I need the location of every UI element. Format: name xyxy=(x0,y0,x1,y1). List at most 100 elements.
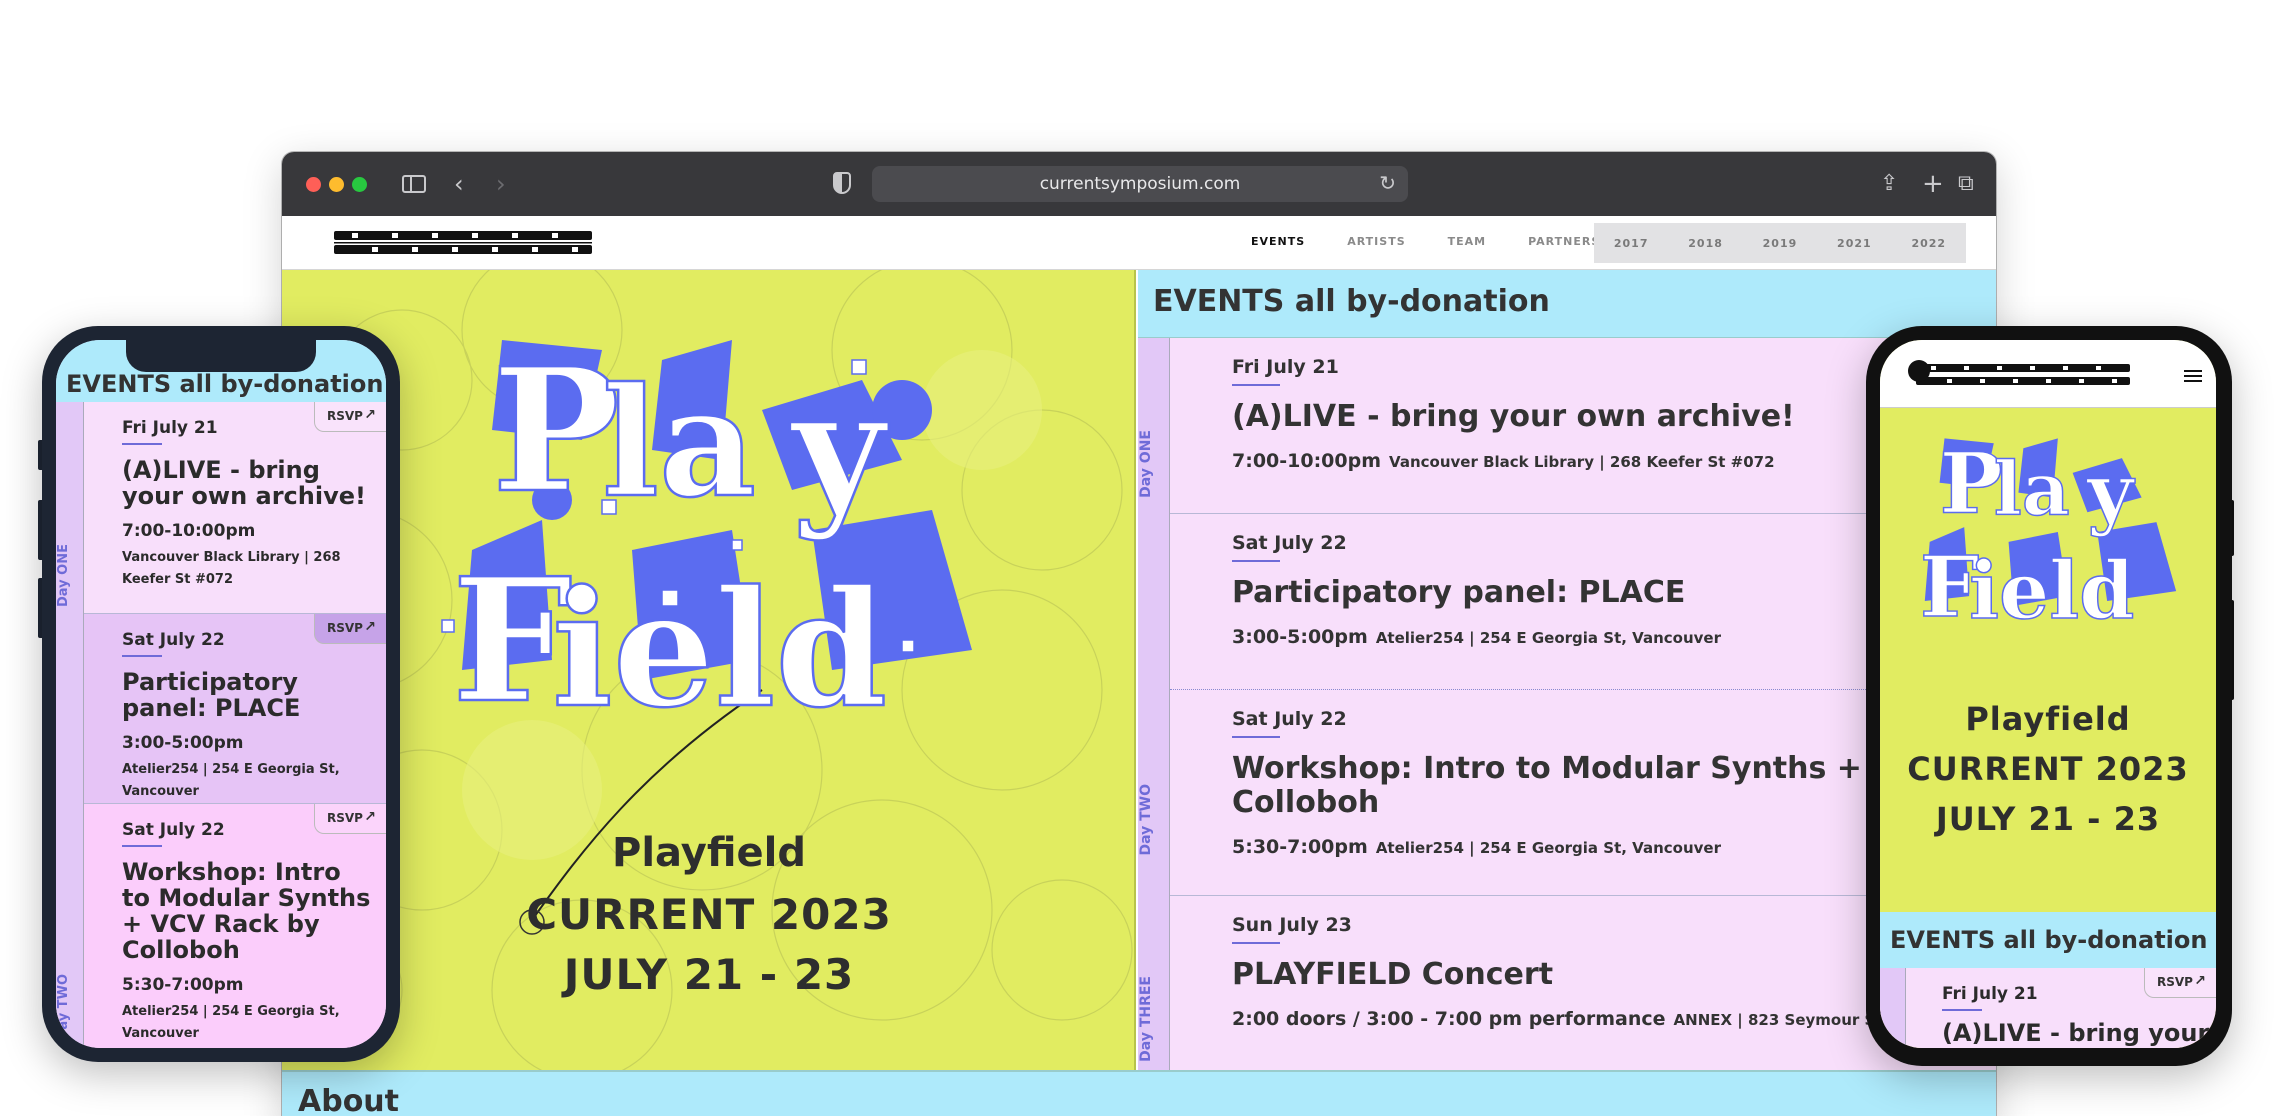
rsvp-button[interactable]: RSVP ↗ xyxy=(314,614,386,644)
nav-events[interactable]: EVENTS xyxy=(1230,235,1326,248)
svg-text:P: P xyxy=(1940,433,2003,532)
svg-text:y: y xyxy=(2085,446,2135,539)
nav-team[interactable]: TEAM xyxy=(1427,235,1507,248)
external-arrow-icon: ↗ xyxy=(364,619,376,635)
forward-arrow-icon[interactable]: › xyxy=(496,170,506,198)
event-time: 5:30-7:00pm xyxy=(1232,836,1368,858)
event-title: Participatory panel: PLACE xyxy=(1232,575,1686,610)
hero-dates: JULY 21 - 23 xyxy=(563,950,855,999)
event-location: Atelier254 | 254 E Georgia St, Vancouver xyxy=(1375,629,1721,647)
year-selector: 2017 2018 2019 2021 2022 xyxy=(1594,223,1966,263)
event-title: Workshop: Intro to Modular Synths + VCV … xyxy=(122,858,371,964)
event-time: 3:00-5:00pm xyxy=(1232,626,1368,648)
url-text: currentsymposium.com xyxy=(1039,174,1241,194)
event-meta: 2:00 doors / 3:00 - 7:00 pm performance A… xyxy=(1232,1008,1982,1030)
rsvp-label: RSVP xyxy=(327,621,363,635)
address-bar[interactable]: currentsymposium.com ↻ xyxy=(872,166,1408,202)
event-location: Atelier254 | 254 E Georgia St, Vancouver xyxy=(122,1004,340,1041)
event-meta: 7:00-10:00pm Vancouver Black Library | 26… xyxy=(1232,450,1964,472)
event-title: Participatory panel: PLACE xyxy=(122,668,301,722)
event-time: 7:00-10:00pm xyxy=(122,521,256,541)
date-underline xyxy=(1232,560,1280,562)
event-title: (A)LIVE - bring your own archive! xyxy=(1232,399,1795,434)
event-title-line2: Colloboh xyxy=(1232,785,1380,820)
minimize-window-button[interactable] xyxy=(329,177,344,192)
current-logo[interactable] xyxy=(1916,362,2130,388)
phone-events-list: Day ONE Day TWO RSVP ↗ Fri July 21 (A)LIV… xyxy=(56,402,386,1048)
day-column-two: Day TWO xyxy=(1138,514,1170,896)
event-location: Vancouver Black Library | 268 Keefer St … xyxy=(122,550,341,587)
svg-text:ield: ield xyxy=(552,555,887,740)
share-icon[interactable]: ⇪ xyxy=(1880,170,1898,198)
phone-events-heading: EVENTS all by-donation xyxy=(1880,912,2216,968)
browser-window: ‹ › currentsymposium.com ↻ ⇪ + ⧉ EVENTS … xyxy=(282,152,1996,1116)
hero-subtitle: CURRENT 2023 xyxy=(526,890,892,939)
event-time: 3:00-5:00pm xyxy=(122,733,244,753)
year-2022[interactable]: 2022 xyxy=(1911,237,1946,250)
date-underline xyxy=(122,443,162,445)
svg-text:ield: ield xyxy=(1969,544,2134,637)
sidebar-toggle-icon[interactable] xyxy=(402,175,426,193)
day-column-two: Day TWO xyxy=(56,614,84,1048)
hero-title: Playfield xyxy=(612,830,806,876)
event-title: (A)LIVE - bring your xyxy=(1942,1019,2210,1047)
event-title-line1: Workshop: Intro to Modular Synths + VCV … xyxy=(1232,751,1995,786)
back-arrow-icon[interactable]: ‹ xyxy=(454,170,464,198)
event-title: PLAYFIELD Concert xyxy=(1232,957,1554,992)
phone-right-screen: P la y F ield Playfield CURRENT 2023 JUL… xyxy=(1880,340,2216,1048)
event-location: Atelier254 | 254 E Georgia St, Vancouver xyxy=(1375,839,1721,857)
event-date: Sun July 23 xyxy=(1232,914,1352,936)
event-date: Sat July 22 xyxy=(1232,708,1347,730)
rsvp-button[interactable]: RSVP ↗ xyxy=(314,804,386,834)
phone-notch xyxy=(126,338,316,372)
event-row[interactable]: RSVP ↗ Sat July 22 Participatory panel: P… xyxy=(84,614,386,804)
day-label-one: Day ONE xyxy=(1138,430,1154,498)
date-underline xyxy=(1232,736,1280,738)
year-2021[interactable]: 2021 xyxy=(1837,237,1872,250)
hamburger-menu-icon[interactable] xyxy=(2184,370,2202,382)
phone-hero-dates: JULY 21 - 23 xyxy=(1935,800,2161,838)
date-underline xyxy=(1232,384,1280,386)
rsvp-label: RSVP xyxy=(327,409,363,423)
svg-text:y: y xyxy=(789,355,889,543)
event-row[interactable]: RSVP ↗ Fri July 21 (A)LIVE - bring your o… xyxy=(84,402,386,614)
phone-left-screen: EVENTS all by-donation Day ONE Day TWO R… xyxy=(56,340,386,1048)
zoom-window-button[interactable] xyxy=(352,177,367,192)
year-2019[interactable]: 2019 xyxy=(1763,237,1798,250)
event-location: Vancouver Black Library | 268 Keefer St … xyxy=(1389,453,1775,471)
event-row[interactable]: RSVP ↗ Fri July 21 (A)LIVE - bring your xyxy=(1906,968,2216,1047)
external-arrow-icon: ↗ xyxy=(364,809,376,825)
year-2018[interactable]: 2018 xyxy=(1688,237,1723,250)
about-heading: About xyxy=(282,1070,1996,1116)
tab-overview-icon[interactable]: ⧉ xyxy=(1958,170,1974,198)
svg-text:la: la xyxy=(1994,447,2070,533)
rsvp-button[interactable]: RSVP ↗ xyxy=(314,402,386,432)
external-arrow-icon: ↗ xyxy=(2194,973,2206,989)
privacy-shield-icon[interactable] xyxy=(833,172,851,194)
hero-panel: P la y F ield Playfield CURRENT 2023 JUL… xyxy=(282,270,1136,1070)
nav-artists[interactable]: ARTISTS xyxy=(1326,235,1426,248)
svg-text:la: la xyxy=(602,355,756,531)
event-row[interactable]: RSVP ↗ Sat July 22 Workshop: Intro to Mod… xyxy=(84,804,386,1048)
new-tab-icon[interactable]: + xyxy=(1922,170,1944,198)
day-column-one: Day ONE xyxy=(56,402,84,614)
phone-mockup-left: EVENTS all by-donation Day ONE Day TWO R… xyxy=(42,326,400,1062)
close-window-button[interactable] xyxy=(306,177,321,192)
rsvp-button[interactable]: RSVP ↗ xyxy=(2144,968,2216,998)
current-logo[interactable] xyxy=(334,229,592,257)
rsvp-label: RSVP xyxy=(327,811,363,825)
phone-hero-subtitle: CURRENT 2023 xyxy=(1907,750,2189,788)
day-label-three: Day THREE xyxy=(1138,976,1154,1062)
year-2017[interactable]: 2017 xyxy=(1614,237,1649,250)
reload-icon[interactable]: ↻ xyxy=(1379,171,1396,195)
phone-hero-title: Playfield xyxy=(1965,700,2131,738)
main-nav: EVENTS ARTISTS TEAM PARTNERS xyxy=(1230,235,1621,248)
external-arrow-icon: ↗ xyxy=(364,407,376,423)
site-header: EVENTS ARTISTS TEAM PARTNERS 2017 2018 2… xyxy=(282,216,1996,270)
date-underline xyxy=(1232,942,1280,944)
day-label-two: Day TWO xyxy=(56,974,71,1041)
phone-site-header xyxy=(1880,340,2216,408)
day-label-one: Day ONE xyxy=(56,544,71,607)
events-heading: EVENTS all by-donation xyxy=(1138,270,1996,338)
event-time: 7:00-10:00pm xyxy=(1232,450,1382,472)
